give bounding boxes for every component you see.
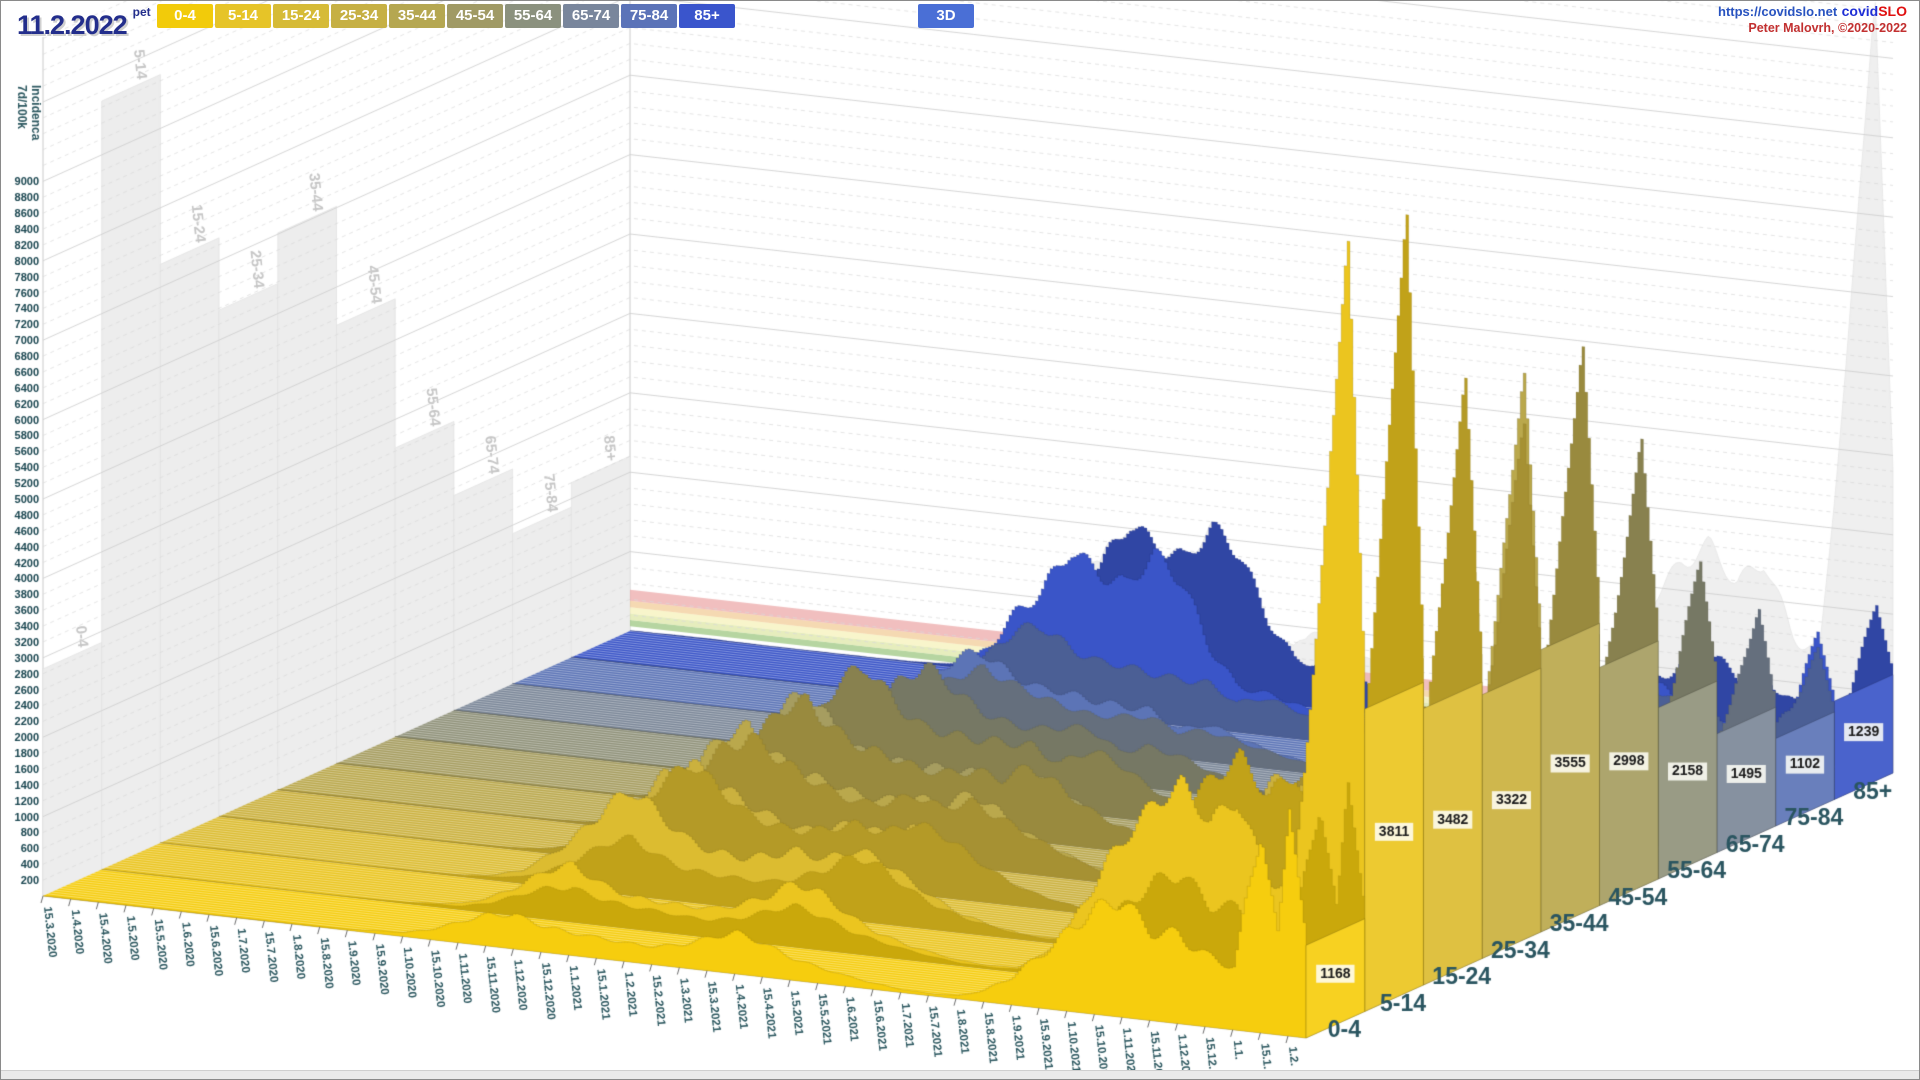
current-date-value: 11.2.2022 [17, 10, 127, 40]
age-button-25-34[interactable]: 25-34 [331, 4, 387, 28]
covidslo-3d-incidence-page: 11.2.2022 pet 0-45-1415-2425-3435-4445-54… [0, 0, 1920, 1080]
site-url-link[interactable]: https://covidslo.net [1718, 4, 1837, 19]
age-button-85+[interactable]: 85+ [679, 4, 735, 28]
weekday-abbrev: pet [133, 5, 151, 19]
age-button-75-84[interactable]: 75-84 [621, 4, 677, 28]
current-date: 11.2.2022 pet [17, 5, 151, 41]
author-credit: Peter Malovrh, ©2020-2022 [1718, 20, 1907, 36]
incidence-3d-chart[interactable] [1, 1, 1920, 1080]
site-attribution: https://covidslo.net covidSLO Peter Malo… [1718, 3, 1907, 36]
brand-slo: SLO [1878, 3, 1907, 19]
age-button-55-64[interactable]: 55-64 [505, 4, 561, 28]
age-button-35-44[interactable]: 35-44 [389, 4, 445, 28]
bottom-scroll-strip[interactable] [1, 1070, 1919, 1080]
age-group-button-bar: 0-45-1415-2425-3435-4445-5455-6465-7475-… [157, 4, 735, 28]
age-button-0-4[interactable]: 0-4 [157, 4, 213, 28]
age-button-15-24[interactable]: 15-24 [273, 4, 329, 28]
age-button-65-74[interactable]: 65-74 [563, 4, 619, 28]
age-button-45-54[interactable]: 45-54 [447, 4, 503, 28]
mode-3d-button[interactable]: 3D [918, 4, 974, 28]
age-button-5-14[interactable]: 5-14 [215, 4, 271, 28]
brand-covid: covid [1842, 3, 1879, 19]
